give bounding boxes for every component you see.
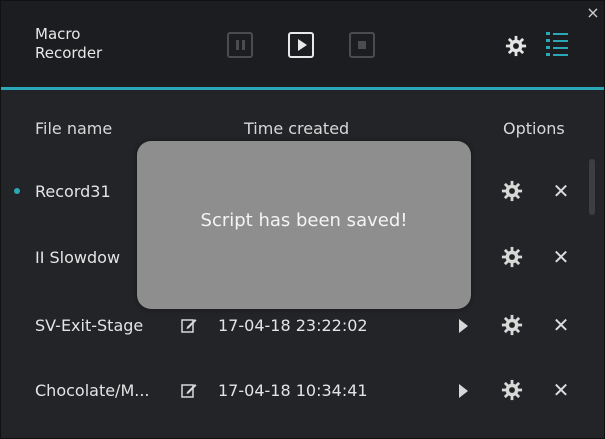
column-header-options: Options	[503, 119, 565, 138]
list-icon[interactable]	[545, 31, 569, 57]
run-icon[interactable]	[459, 319, 468, 333]
file-name: Record31	[35, 182, 111, 201]
time-created: 17-04-18 10:34:41	[218, 381, 368, 400]
table-row[interactable]: Chocolate/M... 17-04-18 10:34:41 ✕	[1, 372, 591, 412]
gear-icon[interactable]	[501, 180, 523, 202]
gear-icon[interactable]	[501, 379, 523, 401]
close-button[interactable]: ×	[585, 5, 601, 21]
play-icon	[297, 39, 307, 51]
delete-icon[interactable]: ✕	[551, 247, 571, 267]
macro-recorder-window: Macro Recorder × File name Time created …	[0, 0, 605, 439]
file-name: SV-Exit-Stage	[35, 316, 144, 335]
stop-button[interactable]	[349, 32, 375, 58]
pause-button[interactable]	[227, 32, 253, 58]
edit-icon[interactable]	[181, 382, 197, 398]
file-name: Chocolate/M...	[35, 381, 150, 400]
save-notification-toast: Script has been saved!	[137, 141, 471, 309]
column-header-file-name: File name	[35, 119, 113, 138]
active-indicator	[14, 188, 20, 194]
edit-icon[interactable]	[181, 317, 197, 333]
file-name: II Slowdow	[35, 248, 121, 267]
settings-gear-icon[interactable]	[505, 35, 527, 57]
run-icon[interactable]	[459, 384, 468, 398]
column-header-time-created: Time created	[244, 119, 350, 138]
time-created: 17-04-18 23:22:02	[218, 316, 368, 335]
header-divider	[1, 87, 604, 90]
app-title: Macro Recorder	[35, 25, 103, 62]
gear-icon[interactable]	[501, 246, 523, 268]
delete-icon[interactable]: ✕	[551, 380, 571, 400]
stop-icon	[358, 41, 366, 49]
delete-icon[interactable]: ✕	[551, 181, 571, 201]
table-row[interactable]: SV-Exit-Stage 17-04-18 23:22:02 ✕	[1, 307, 591, 347]
pause-icon	[235, 40, 245, 50]
delete-icon[interactable]: ✕	[551, 315, 571, 335]
gear-icon[interactable]	[501, 314, 523, 336]
play-button[interactable]	[288, 32, 314, 58]
header-bar: Macro Recorder ×	[1, 1, 604, 87]
toast-message: Script has been saved!	[200, 209, 408, 231]
